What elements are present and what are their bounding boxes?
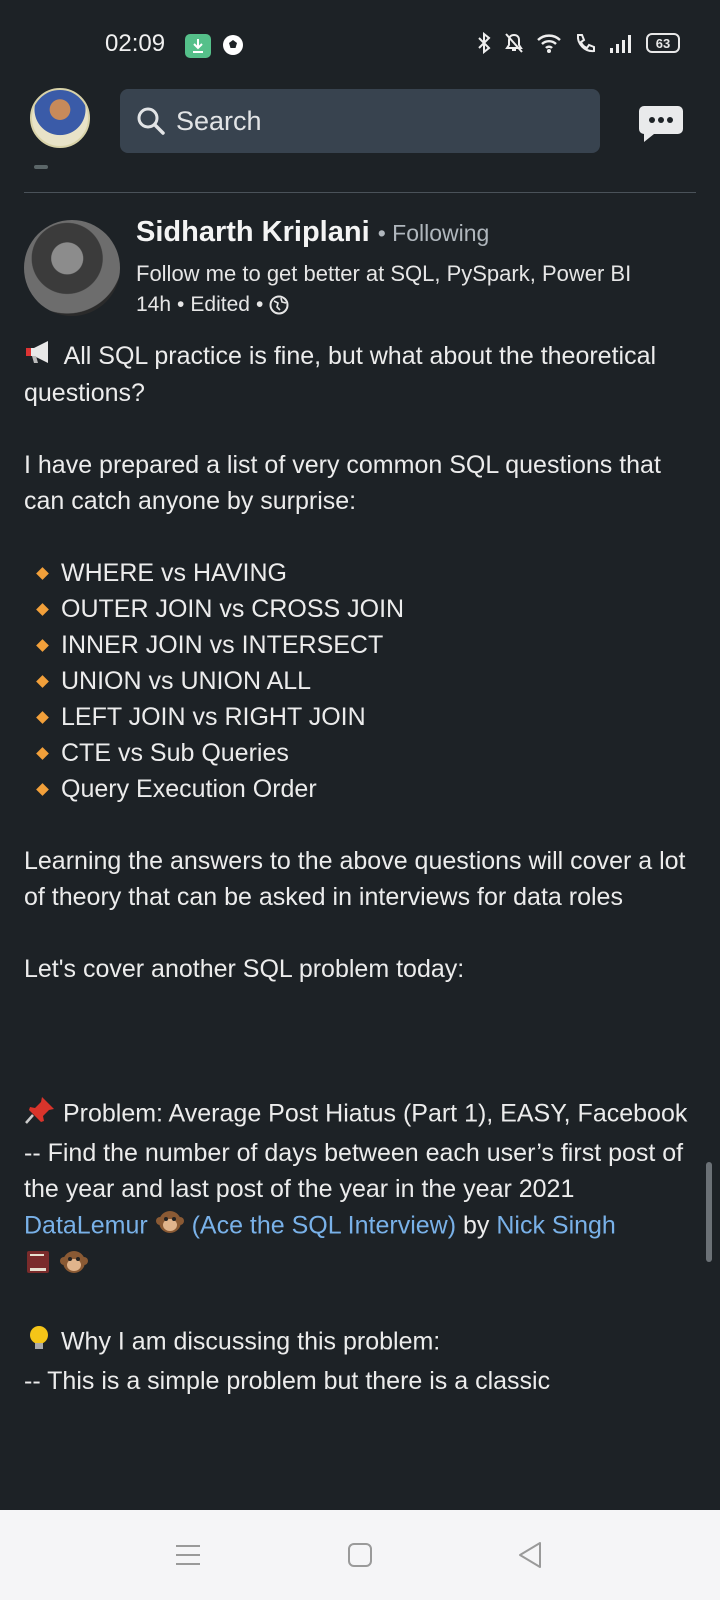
- why-title-row: Why I am discussing this problem:: [24, 1323, 700, 1363]
- diamond-icon: [36, 675, 49, 688]
- search-input[interactable]: Search: [120, 89, 600, 153]
- problem-description: -- Find the number of days between each …: [24, 1139, 684, 1204]
- list-item: LEFT JOIN vs RIGHT JOIN: [24, 699, 700, 735]
- author-name[interactable]: Sidharth Kriplani: [136, 216, 370, 248]
- feed-divider: [24, 192, 696, 193]
- diamond-icon: [36, 639, 49, 652]
- download-icon: [185, 34, 211, 58]
- ace-sql-link[interactable]: (Ace the SQL Interview): [192, 1212, 456, 1240]
- search-icon: [137, 107, 165, 135]
- problem-title-row: Problem: Average Post Hiatus (Part 1), E…: [24, 1095, 700, 1135]
- diamond-icon: [36, 747, 49, 760]
- monkey-icon: [155, 1207, 185, 1247]
- another-problem-line: Let's cover another SQL problem today:: [24, 955, 465, 984]
- list-item: Query Execution Order: [24, 771, 700, 807]
- diamond-icon: [36, 711, 49, 724]
- learning-paragraph: Learning the answers to the above questi…: [24, 847, 686, 912]
- blank-space: [24, 987, 700, 1095]
- nick-singh-link[interactable]: Nick Singh: [496, 1212, 616, 1240]
- mute-icon: [505, 33, 523, 53]
- problem-title: Problem: Average Post Hiatus (Part 1), E…: [62, 1100, 688, 1128]
- list-item: UNION vs UNION ALL: [24, 663, 700, 699]
- post-body[interactable]: All SQL practice is fine, but what about…: [24, 338, 700, 1399]
- edited-label: Edited: [190, 293, 250, 316]
- pushpin-icon: [24, 1095, 56, 1135]
- diamond-icon: [36, 783, 49, 796]
- list-item: INNER JOIN vs INTERSECT: [24, 627, 700, 663]
- datalemur-link[interactable]: DataLemur: [24, 1212, 148, 1240]
- by-label: by: [462, 1212, 490, 1240]
- author-name-row[interactable]: Sidharth Kriplani • Following: [136, 216, 489, 249]
- wifi-icon: [537, 34, 561, 53]
- system-nav-bar: [0, 1510, 720, 1600]
- author-headline: Follow me to get better at SQL, PySpark,…: [136, 261, 632, 286]
- why-description: -- This is a simple problem but there is…: [24, 1367, 551, 1396]
- scrollbar-thumb[interactable]: [706, 1162, 712, 1262]
- intro-line1: All SQL practice is fine, but what about…: [24, 342, 657, 408]
- post-header: Sidharth Kriplani • Following Follow me …: [24, 216, 696, 316]
- globe-icon: [269, 295, 289, 315]
- messaging-icon[interactable]: [638, 104, 684, 144]
- intro-paragraph: All SQL practice is fine, but what about…: [24, 338, 700, 411]
- status-icons: 63: [476, 32, 680, 54]
- square-icon: [348, 1543, 372, 1567]
- signal-icon: [610, 35, 631, 53]
- app-top-bar: Search: [0, 88, 720, 153]
- diamond-icon: [36, 567, 49, 580]
- follow-status: • Following: [377, 220, 490, 246]
- post-time: 14h: [136, 293, 172, 316]
- status-time: 02:09: [105, 30, 166, 57]
- list-item: WHERE vs HAVING: [24, 555, 700, 591]
- previous-post-edge: [34, 165, 48, 169]
- list-item: CTE vs Sub Queries: [24, 735, 700, 771]
- menu-lines-icon: [176, 1545, 200, 1565]
- my-profile-avatar[interactable]: [30, 88, 90, 148]
- diamond-icon: [36, 603, 49, 616]
- back-button[interactable]: [490, 1510, 570, 1600]
- following-label: Following: [392, 220, 490, 246]
- post-meta: 14h • Edited •: [136, 293, 289, 317]
- why-title: Why I am discussing this problem:: [60, 1328, 441, 1356]
- call-icon: [576, 34, 595, 53]
- book-icon: [24, 1248, 52, 1286]
- intro-line2: I have prepared a list of very common SQ…: [24, 451, 661, 516]
- lightbulb-icon: [24, 1323, 54, 1363]
- bluetooth-icon: [478, 32, 491, 54]
- megaphone-icon: [24, 339, 58, 375]
- home-button[interactable]: [320, 1510, 400, 1600]
- back-triangle-icon: [519, 1542, 541, 1568]
- recent-apps-button[interactable]: [148, 1510, 228, 1600]
- battery-icon: 63: [646, 33, 680, 53]
- question-list: WHERE vs HAVING OUTER JOIN vs CROSS JOIN…: [24, 555, 700, 807]
- credit-line: DataLemur (Ace the SQL Interview) by Nic…: [24, 1207, 700, 1247]
- emoji-row: [24, 1247, 700, 1287]
- monkey-icon: [59, 1247, 89, 1287]
- status-bar: 02:09 63: [0, 0, 720, 80]
- football-icon: [222, 34, 244, 56]
- search-placeholder: Search: [176, 105, 262, 136]
- author-avatar[interactable]: [24, 220, 120, 316]
- list-item: OUTER JOIN vs CROSS JOIN: [24, 591, 700, 627]
